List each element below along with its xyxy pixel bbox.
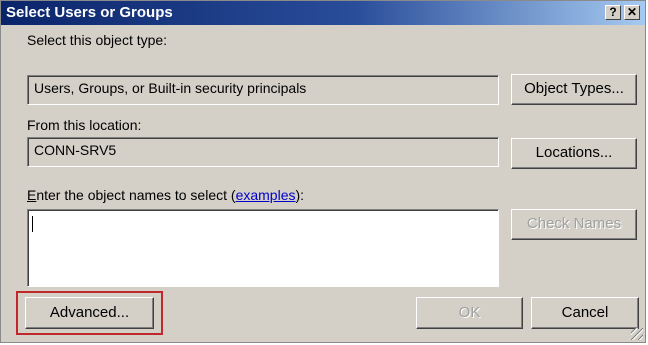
check-names-button[interactable]: Check Names (511, 209, 637, 240)
help-icon[interactable]: ? (605, 5, 621, 20)
location-label: From this location: (27, 117, 142, 133)
close-icon[interactable]: ✕ (624, 5, 640, 20)
object-names-label: Enter the object names to select (exampl… (27, 187, 304, 203)
resize-grip-icon[interactable] (631, 328, 643, 340)
label-text: nter the object names to select ( (36, 187, 236, 203)
label-end: ): (295, 187, 305, 203)
examples-link[interactable]: examples (236, 187, 296, 203)
advanced-button-highlight (16, 291, 163, 335)
object-names-input[interactable] (27, 209, 499, 287)
label-mnemonic: E (27, 187, 37, 203)
location-field: CONN-SRV5 (27, 137, 499, 167)
title-bar[interactable]: Select Users or Groups ? ✕ (1, 1, 645, 25)
window-title: Select Users or Groups (6, 4, 173, 21)
object-type-field: Users, Groups, or Built-in security prin… (27, 75, 499, 105)
object-type-label: Select this object type: (27, 32, 168, 48)
select-users-dialog: Select Users or Groups ? ✕ Select this o… (0, 0, 646, 343)
text-caret (32, 216, 33, 232)
ok-button[interactable]: OK (416, 297, 523, 329)
locations-button[interactable]: Locations... (511, 138, 637, 169)
object-types-button[interactable]: Object Types... (511, 74, 637, 105)
cancel-button[interactable]: Cancel (531, 297, 639, 329)
